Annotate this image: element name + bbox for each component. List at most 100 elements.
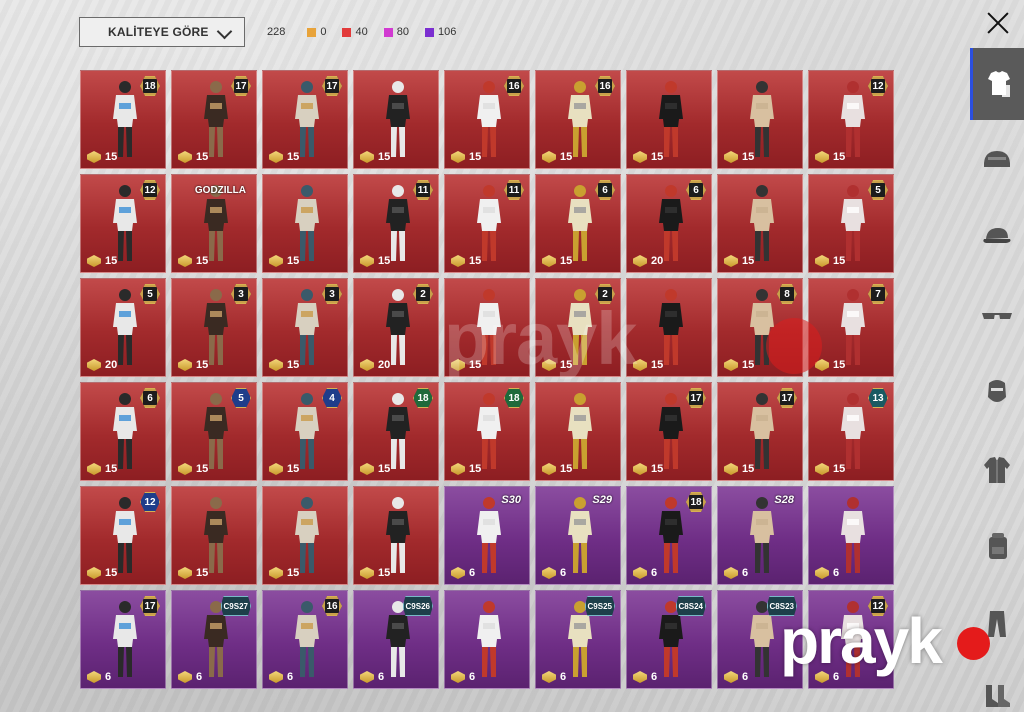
price-value: 15 — [287, 255, 300, 267]
coin-icon — [633, 567, 647, 579]
category-mask[interactable] — [970, 356, 1024, 428]
item-card[interactable]: 11 15 — [444, 174, 530, 273]
category-backpack[interactable] — [970, 510, 1024, 582]
item-card[interactable]: 18 15 — [444, 382, 530, 481]
outfit-figure-icon — [113, 81, 137, 157]
item-card[interactable]: 17 6 — [80, 590, 166, 689]
item-card[interactable]: 17 15 — [626, 382, 712, 481]
item-card[interactable]: 11 15 — [353, 174, 439, 273]
item-card[interactable]: C9S27 6 — [171, 590, 257, 689]
coin-icon — [87, 671, 101, 683]
outfit-figure-icon — [295, 601, 319, 677]
item-card[interactable]: 5 15 — [808, 174, 894, 273]
close-icon[interactable] — [982, 8, 1014, 40]
item-card[interactable]: 15 — [262, 174, 348, 273]
item-card[interactable]: C9S25 6 — [535, 590, 621, 689]
item-card[interactable]: 4 15 — [262, 382, 348, 481]
item-card[interactable]: C9S26 6 — [353, 590, 439, 689]
chevron-down-icon — [216, 23, 234, 41]
category-cap[interactable] — [970, 200, 1024, 272]
item-card[interactable]: 3 15 — [171, 278, 257, 377]
item-card[interactable]: 16 15 — [535, 70, 621, 169]
item-price: 15 — [815, 255, 845, 267]
tier-badge: 12 — [140, 492, 160, 512]
coin-icon — [724, 151, 738, 163]
item-card[interactable]: 15 — [626, 70, 712, 169]
sort-dropdown[interactable]: KALİTEYE GÖRE — [79, 17, 245, 47]
outfit-figure-icon — [204, 393, 228, 469]
item-price: 15 — [724, 463, 754, 475]
rarity-square-icon — [307, 27, 317, 37]
item-price: 6 — [633, 671, 657, 683]
item-card[interactable]: 5 15 — [171, 382, 257, 481]
outfit-figure-icon — [750, 81, 774, 157]
item-card[interactable]: S29 6 — [535, 486, 621, 585]
outfit-figure-icon — [295, 81, 319, 157]
item-card[interactable]: 15 — [717, 70, 803, 169]
tier-badge: 5 — [140, 284, 160, 304]
category-glasses[interactable] — [970, 280, 1024, 352]
item-card[interactable]: S30 6 — [444, 486, 530, 585]
outfit-figure-icon — [841, 185, 865, 261]
item-card[interactable]: 18 15 — [80, 70, 166, 169]
item-card[interactable]: 18 15 — [353, 382, 439, 481]
category-shoes[interactable] — [970, 660, 1024, 712]
item-card[interactable]: S28 6 — [717, 486, 803, 585]
outfit-figure-icon — [659, 497, 683, 573]
tier-badge: S30 — [501, 494, 521, 506]
item-card[interactable]: 6 15 — [535, 174, 621, 273]
item-card[interactable]: 6 15 — [80, 382, 166, 481]
item-card[interactable]: 2 20 — [353, 278, 439, 377]
item-card[interactable]: 16 15 — [444, 70, 530, 169]
category-jacket[interactable] — [970, 434, 1024, 506]
toolbar: KALİTEYE GÖRE 228 0 40 80 106 — [79, 17, 472, 47]
category-helmet[interactable] — [970, 124, 1024, 196]
price-value: 15 — [196, 255, 209, 267]
price-value: 15 — [287, 567, 300, 579]
price-value: 15 — [469, 151, 482, 163]
item-card[interactable]: 18 6 — [626, 486, 712, 585]
item-card[interactable]: 15 — [535, 382, 621, 481]
outfit-figure-icon — [113, 601, 137, 677]
item-card[interactable]: 17 15 — [717, 382, 803, 481]
item-card[interactable]: 15 — [353, 486, 439, 585]
count-purple: 106 — [424, 26, 456, 38]
item-card[interactable]: 12 15 — [80, 174, 166, 273]
price-value: 20 — [378, 359, 391, 371]
item-card[interactable]: 15 — [717, 174, 803, 273]
item-card[interactable]: 3 15 — [262, 278, 348, 377]
item-card[interactable]: 15 — [262, 486, 348, 585]
outfit-figure-icon — [568, 393, 592, 469]
item-card[interactable]: 7 15 — [808, 278, 894, 377]
item-price: 15 — [451, 255, 481, 267]
mask-icon — [988, 380, 1006, 402]
item-card[interactable]: 17 15 — [262, 70, 348, 169]
item-card[interactable]: 12 15 — [80, 486, 166, 585]
item-price: 15 — [724, 151, 754, 163]
category-outfit[interactable] — [970, 48, 1024, 120]
item-card[interactable]: 6 20 — [626, 174, 712, 273]
item-price: 15 — [178, 255, 208, 267]
outfit-figure-icon — [295, 185, 319, 261]
item-card[interactable]: 5 20 — [80, 278, 166, 377]
item-card[interactable]: 15 — [626, 278, 712, 377]
outfit-figure-icon — [295, 497, 319, 573]
price-value: 6 — [196, 671, 203, 683]
coin-icon — [178, 567, 192, 579]
price-value: 15 — [196, 567, 209, 579]
item-card[interactable]: 15 — [171, 486, 257, 585]
item-card[interactable]: 6 — [444, 590, 530, 689]
item-card[interactable]: 15 — [353, 70, 439, 169]
item-card[interactable]: 6 — [808, 486, 894, 585]
price-value: 15 — [105, 255, 118, 267]
item-card[interactable]: 12 15 — [808, 70, 894, 169]
item-price: 15 — [542, 463, 572, 475]
item-card[interactable]: 16 6 — [262, 590, 348, 689]
item-card[interactable]: 13 15 — [808, 382, 894, 481]
brand-logo: prayk — [780, 605, 943, 677]
item-card[interactable]: C8S24 6 — [626, 590, 712, 689]
item-price: 15 — [360, 567, 390, 579]
outfit-figure-icon — [386, 185, 410, 261]
item-card[interactable]: GODZILLA 15 — [171, 174, 257, 273]
item-card[interactable]: 17 15 — [171, 70, 257, 169]
